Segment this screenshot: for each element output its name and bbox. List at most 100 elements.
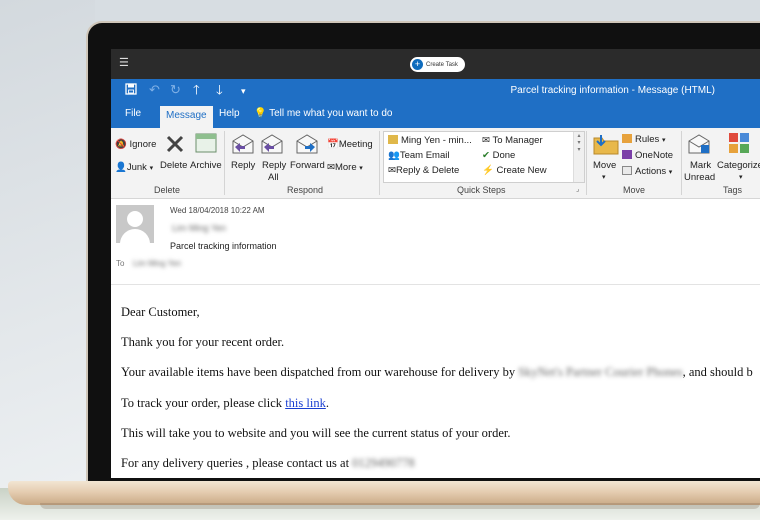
- archive-button[interactable]: Archive: [190, 160, 222, 171]
- avatar: [116, 205, 154, 243]
- calendar-icon: 📅: [327, 139, 339, 150]
- ribbon-tabs: File Message Help 💡 Tell me what you wan…: [111, 103, 760, 128]
- quick-step-label: Reply & Delete: [395, 165, 460, 176]
- meeting-button[interactable]: 📅Meeting: [327, 139, 373, 150]
- reply-all-icon: [260, 133, 284, 160]
- quick-step-done[interactable]: ✔ Done: [482, 150, 515, 161]
- move-button[interactable]: Move: [593, 160, 616, 171]
- more-button[interactable]: ✉More ▾: [327, 162, 363, 173]
- reply-delete-icon: ✉: [388, 165, 396, 176]
- lightning-icon: ⚡: [482, 165, 494, 176]
- tell-me-label: Tell me what you want to do: [269, 108, 393, 119]
- quick-step-label: Team Email: [399, 150, 450, 161]
- rules-label: Rules: [635, 134, 660, 145]
- body-line-5-a: For any delivery queries , please contac…: [121, 456, 353, 470]
- message-sender[interactable]: Lim Ming Yen: [172, 223, 226, 233]
- laptop-base-shadow: [40, 503, 760, 509]
- reply-all-label-2[interactable]: All: [268, 172, 279, 183]
- body-line-3-b: .: [325, 396, 329, 410]
- quick-step-create-new[interactable]: ⚡ Create New: [482, 165, 547, 176]
- delete-group-label: Delete: [154, 185, 181, 195]
- mark-unread-label-2[interactable]: Unread: [684, 172, 715, 183]
- body-line-2: Your available items have been dispatche…: [121, 365, 753, 380]
- onenote-button[interactable]: OneNote: [622, 150, 673, 161]
- group-separator: [379, 131, 380, 195]
- customize-toolbar-icon[interactable]: ▾: [241, 84, 246, 98]
- body-line-2-a: Your available items have been dispatche…: [121, 365, 519, 379]
- forward-button[interactable]: Forward: [290, 160, 325, 171]
- contact-number: 0129490778: [352, 456, 415, 470]
- avatar-head: [127, 211, 143, 227]
- tell-me-search[interactable]: 💡 Tell me what you want to do: [254, 108, 392, 119]
- categorize-button[interactable]: Categorize: [717, 160, 760, 171]
- body-line-3-a: To track your order, please click: [121, 396, 286, 410]
- check-icon: ✔: [482, 150, 490, 161]
- onenote-label: OneNote: [635, 150, 674, 161]
- ribbon: 🔕 Ignore 👤Junk ▾ Delete Archive Delete R…: [111, 128, 760, 199]
- junk-label: Junk: [126, 162, 147, 173]
- top-bar: ☰ + Create Task: [111, 49, 760, 79]
- archive-icon: [195, 133, 217, 158]
- lightbulb-icon: 💡: [254, 108, 267, 119]
- background-left: [0, 0, 95, 520]
- quick-step-label: Ming Yen - min...: [401, 135, 472, 146]
- create-task-label: Create Task: [426, 61, 458, 68]
- hamburger-menu-icon[interactable]: ☰: [119, 58, 129, 69]
- create-task-button[interactable]: + Create Task: [410, 57, 465, 72]
- group-separator: [681, 131, 682, 195]
- body-line-3: To track your order, please click this l…: [121, 396, 329, 411]
- junk-button[interactable]: 👤Junk ▾: [115, 162, 153, 173]
- tab-file[interactable]: File: [125, 108, 141, 119]
- body-line-4: This will take you to website and you wi…: [121, 426, 511, 440]
- actions-button[interactable]: Actions ▾: [622, 166, 672, 177]
- dialog-launcher-icon[interactable]: ⌟: [576, 185, 579, 193]
- body-line-1: Thank you for your recent order.: [121, 335, 285, 349]
- meeting-label: Meeting: [338, 139, 373, 150]
- tracking-link[interactable]: this link: [285, 396, 326, 410]
- reply-button[interactable]: Reply: [231, 160, 255, 171]
- categorize-icon: [728, 132, 750, 159]
- folder-icon: [388, 135, 398, 144]
- rules-button[interactable]: Rules ▾: [622, 134, 665, 145]
- categorize-dropdown-icon[interactable]: ▾: [739, 173, 743, 181]
- mark-unread-icon: [687, 133, 711, 160]
- message-date: Wed 18/04/2018 10:22 AM: [170, 206, 265, 215]
- quick-steps-gallery: Ming Yen - min... ✉ To Manager 👥Team Ema…: [383, 131, 585, 183]
- mark-unread-label-1[interactable]: Mark: [690, 160, 711, 171]
- to-manager-icon: ✉: [482, 135, 490, 146]
- junk-icon: 👤: [115, 162, 127, 173]
- more-label: More: [334, 162, 357, 173]
- reply-icon: [231, 133, 255, 160]
- tab-message[interactable]: Message: [160, 106, 213, 128]
- delete-icon: [165, 134, 185, 159]
- redo-icon[interactable]: ↻: [170, 83, 181, 97]
- message-header: Wed 18/04/2018 10:22 AM Lim Ming Yen Par…: [111, 199, 760, 285]
- quick-step-label: Create New: [496, 165, 547, 176]
- body-line-2-b: , and should b: [682, 365, 753, 379]
- quick-step-label: Done: [492, 150, 516, 161]
- quick-step-ming-yen[interactable]: Ming Yen - min...: [388, 135, 472, 146]
- down-arrow-icon[interactable]: 🡓: [216, 83, 223, 97]
- move-group-label: Move: [623, 185, 646, 195]
- body-line-5: For any delivery queries , please contac…: [121, 456, 415, 471]
- save-icon[interactable]: [125, 83, 137, 98]
- quick-access-toolbar: ↶ ↻ 🡑 🡓 ▾ Parcel tracking information - …: [111, 79, 760, 103]
- undo-icon[interactable]: ↶: [149, 83, 160, 97]
- group-separator: [224, 131, 225, 195]
- quick-step-team-email[interactable]: 👥Team Email: [388, 150, 449, 161]
- message-recipient[interactable]: Lim Ming Yen: [133, 259, 181, 268]
- tags-group-label: Tags: [723, 185, 743, 195]
- body-greeting: Dear Customer,: [121, 305, 200, 319]
- move-dropdown-icon[interactable]: ▾: [602, 173, 606, 181]
- tab-help[interactable]: Help: [219, 108, 240, 119]
- quick-steps-group-label: Quick Steps: [457, 185, 506, 195]
- quick-step-reply-delete[interactable]: ✉Reply & Delete: [388, 165, 459, 176]
- ignore-icon: 🔕: [115, 139, 127, 150]
- reply-all-label-1[interactable]: Reply: [262, 160, 286, 171]
- courier-name: SkyNet's Partner Courier Phones: [518, 365, 683, 379]
- up-arrow-icon[interactable]: 🡑: [193, 83, 200, 97]
- quick-step-to-manager[interactable]: ✉ To Manager: [482, 135, 543, 146]
- delete-button[interactable]: Delete: [160, 160, 187, 171]
- ignore-button[interactable]: 🔕 Ignore: [115, 139, 156, 150]
- quick-steps-scroll[interactable]: ▴ ▾ ▾: [573, 132, 584, 182]
